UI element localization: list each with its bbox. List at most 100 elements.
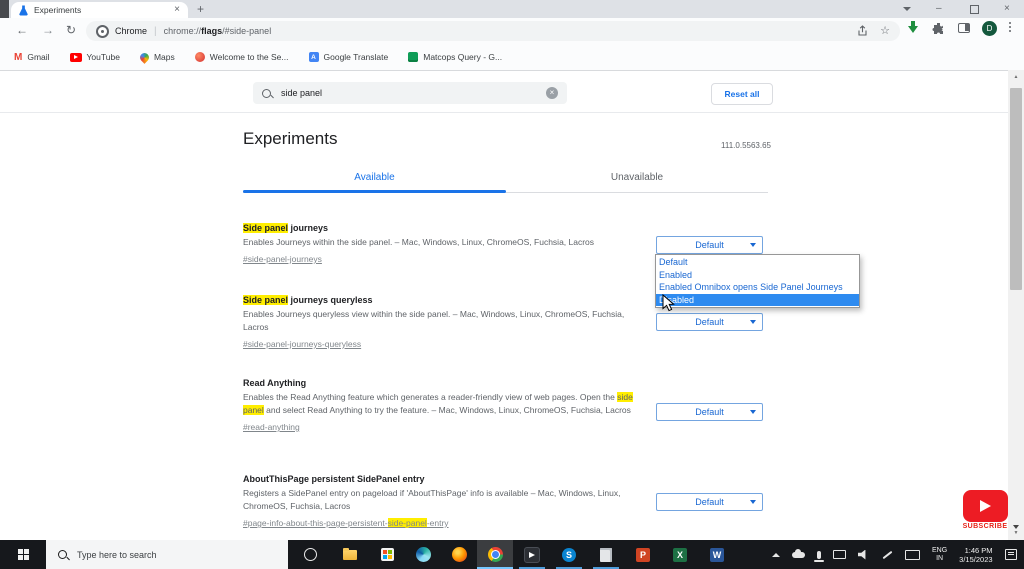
side-panel-icon[interactable] [958,23,970,33]
back-button[interactable]: ← [16,24,28,36]
language-indicator[interactable]: ENG IN [932,547,947,563]
taskbar-search-placeholder: Type here to search [77,549,157,560]
notes-app-button[interactable] [589,540,623,569]
sheets-icon [408,52,419,62]
windows-logo-icon [17,549,29,560]
cortana-button[interactable] [293,540,327,569]
bookmark-welcome[interactable]: Welcome to the Se... [194,52,289,62]
dropdown-option-disabled[interactable]: Disabled [656,293,859,306]
bookmark-star-icon[interactable]: ☆ [880,25,890,37]
window-minimize-button[interactable]: – [936,4,942,14]
flag-description: Enables Journeys within the side panel. … [243,237,595,247]
youtube-icon [69,52,82,62]
microsoft-store-button[interactable] [370,540,404,569]
start-button[interactable] [0,540,46,569]
flag-description: Enables Journeys queryless view within t… [243,309,625,332]
share-icon[interactable] [856,25,868,37]
bookmark-youtube[interactable]: YouTube [69,52,120,62]
window-close-button[interactable]: × [1004,4,1010,14]
flag-select-aboutthispage[interactable]: Default [656,493,763,511]
flag-permalink[interactable]: #read-anything [243,422,300,432]
reload-button[interactable]: ↻ [66,24,76,36]
maps-pin-icon [138,50,151,64]
omnibox-site-label: Chrome [115,26,148,36]
word-icon: W [710,547,724,562]
flag-permalink[interactable]: #page-info-about-this-page-persistent-si… [243,518,449,528]
touch-keyboard-icon[interactable] [905,549,920,560]
flag-select-read-anything[interactable]: Default [656,403,763,421]
edge-icon [415,547,431,562]
flag-permalink[interactable]: #side-panel-journeys-queryless [243,339,361,349]
omnibox-url[interactable]: chrome://flags/#side-panel [164,26,272,36]
excel-button[interactable]: X [663,540,697,569]
action-center-icon[interactable] [1004,549,1017,560]
flag-title: Side panel journeys queryless [243,295,373,305]
clock[interactable]: 1:46 PM 3/15/2023 [959,546,992,564]
taskbar-search[interactable]: Type here to search [46,540,288,569]
bookmark-google-translate[interactable]: A Google Translate [308,52,388,62]
flag-entry-side-panel-journeys: Side panel journeys Enables Journeys wit… [243,222,647,267]
volume-icon[interactable] [858,549,866,560]
skype-button[interactable]: S [552,540,586,569]
scrollbar-up-arrow[interactable]: ▲ [1008,72,1024,82]
window-menu-chevron-icon[interactable] [903,7,911,11]
recorder-app-button[interactable] [515,540,549,569]
flags-search-box[interactable]: × [253,82,567,104]
search-icon [262,88,271,98]
cortana-icon [303,548,317,561]
store-icon [380,548,394,561]
tab-unavailable[interactable]: Unavailable [506,172,768,183]
file-explorer-button[interactable] [333,540,367,569]
firefox-icon [451,547,467,562]
omnibox[interactable]: Chrome | chrome://flags/#side-panel ☆ [86,21,900,41]
dropdown-option-enabled-omnibox[interactable]: Enabled Omnibox opens Side Panel Journey… [656,281,859,294]
desktop-screen: Experiments × + – × ← → ↻ Chrome | chrom… [0,0,1024,569]
window-restore-button[interactable] [970,5,979,14]
flag-title: Side panel journeys [243,223,329,233]
flag-title: Read Anything [243,378,307,388]
flag-select-side-panel-journeys-queryless[interactable]: Default [656,313,763,331]
browser-tab-experiments[interactable]: Experiments × [11,2,188,18]
clear-search-icon[interactable]: × [546,87,558,99]
tray-chevron-up-icon[interactable] [772,552,780,557]
select-dropdown-menu: Default Enabled Enabled Omnibox opens Si… [655,254,860,308]
gmail-icon: M [14,51,23,63]
tab-close-icon[interactable]: × [174,5,180,15]
forward-button[interactable]: → [42,24,54,36]
scrollbar-thumb[interactable] [1010,88,1022,290]
edge-button[interactable] [406,540,440,569]
word-button[interactable]: W [700,540,734,569]
flag-entry-side-panel-journeys-queryless: Side panel journeys queryless Enables Jo… [243,294,647,352]
microphone-icon[interactable] [814,550,824,562]
browser-menu-icon[interactable] [1009,22,1011,32]
chrome-version: 111.0.5563.65 [721,141,771,150]
flag-permalink[interactable]: #side-panel-journeys [243,254,322,264]
flag-entry-aboutthispage-sidepanel: AboutThisPage persistent SidePanel entry… [243,473,647,531]
pen-icon[interactable] [882,550,893,559]
reset-all-button[interactable]: Reset all [711,83,773,105]
firefox-button[interactable] [442,540,476,569]
extensions-puzzle-icon[interactable] [932,22,945,35]
bookmark-matcops-query[interactable]: Matcops Query - G... [408,52,502,62]
dropdown-option-enabled[interactable]: Enabled [656,269,859,282]
powerpoint-icon: P [636,547,650,562]
download-icon-arrow[interactable] [908,26,918,33]
dropdown-option-default[interactable]: Default [656,256,859,269]
chrome-button[interactable] [478,540,512,569]
welcome-site-icon [194,52,205,62]
play-icon [980,500,991,512]
subscribe-play-button[interactable] [963,490,1008,522]
new-tab-button[interactable]: + [197,2,204,16]
flag-select-side-panel-journeys[interactable]: Default [656,236,763,254]
system-tray: ENG IN 1:46 PM 3/15/2023 [772,540,1017,569]
folder-icon [343,547,357,560]
bookmark-gmail[interactable]: M Gmail [14,52,50,63]
onedrive-cloud-icon[interactable] [792,548,805,558]
profile-avatar[interactable]: D [982,21,997,36]
bookmark-maps[interactable]: Maps [138,50,175,64]
display-share-icon[interactable] [833,550,846,559]
tab-available[interactable]: Available [243,172,506,183]
mouse-cursor [662,294,675,312]
flags-search-input[interactable] [279,87,538,99]
powerpoint-button[interactable]: P [626,540,660,569]
